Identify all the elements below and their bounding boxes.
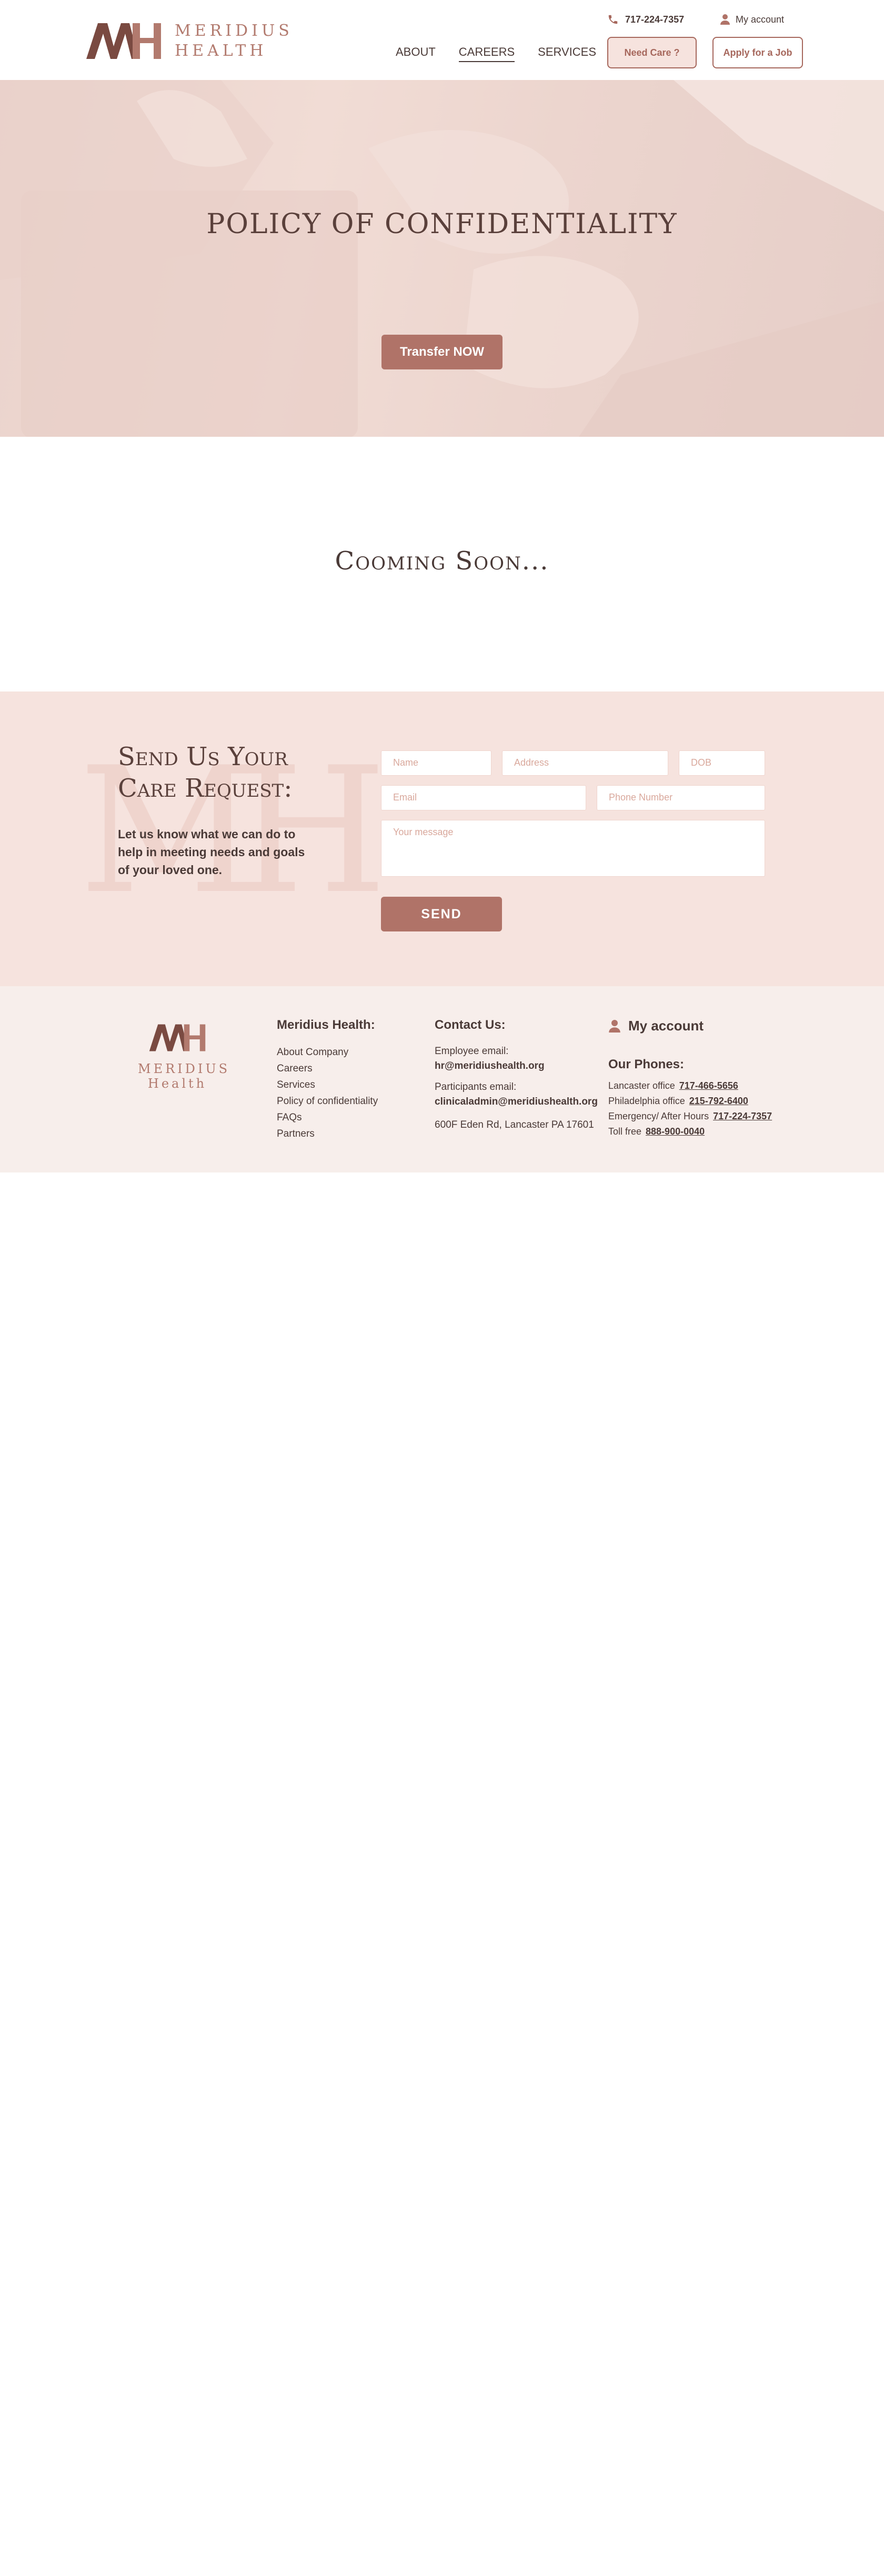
header-phone-link[interactable]: 717-224-7357	[607, 14, 684, 25]
apply-job-button[interactable]: Apply for a Job	[712, 37, 803, 68]
footer-links-column: Meridius Health: About Company Careers S…	[277, 1018, 378, 1142]
footer-account-link[interactable]: My account	[608, 1018, 772, 1034]
mh-monogram-icon	[149, 1024, 206, 1051]
mh-monogram-icon	[86, 23, 161, 59]
phone-row-lancaster: Lancaster office 717-466-5656	[608, 1078, 772, 1094]
care-request-title: Send Us Your Care Request:	[118, 741, 292, 804]
nav-about[interactable]: ABOUT	[396, 45, 436, 62]
participants-email-link[interactable]: clinicaladmin@meridiushealth.org	[435, 1095, 598, 1109]
user-icon	[720, 14, 730, 25]
phone-row-philadelphia: Philadelphia office 215-792-6400	[608, 1094, 772, 1109]
phone-label: Philadelphia office	[608, 1096, 685, 1106]
brand-wordmark: MERIDIUS HEALTH	[175, 21, 293, 61]
phone-number-link[interactable]: 215-792-6400	[689, 1096, 748, 1106]
employee-email-link[interactable]: hr@meridiushealth.org	[435, 1059, 598, 1074]
coming-soon-text: Cooming Soon...	[335, 546, 549, 576]
main-nav: ABOUT CAREERS SERVICES	[396, 45, 596, 62]
user-icon	[609, 1019, 620, 1033]
footer-brand-line1: MERIDIUS	[138, 1061, 230, 1076]
phone-row-tollfree: Toll free 888-900-0040	[608, 1124, 772, 1139]
transfer-now-button[interactable]: Transfer NOW	[381, 335, 503, 369]
employee-email-label: Employee email:	[435, 1046, 509, 1057]
header-account-label: My account	[736, 14, 785, 25]
phone-number-link[interactable]: 717-466-5656	[679, 1080, 738, 1091]
footer-link-services[interactable]: Services	[277, 1077, 378, 1093]
footer-logo[interactable]: MERIDIUS Health	[138, 1022, 230, 1091]
footer-brand-line2: Health	[147, 1076, 207, 1091]
footer-contact-title: Contact Us:	[435, 1018, 506, 1032]
header-phone-text: 717-224-7357	[625, 14, 685, 25]
care-title-line2: Care Request:	[118, 774, 293, 803]
participants-email-label: Participants email:	[435, 1081, 517, 1092]
care-request-subtitle: Let us know what we can do to help in me…	[118, 827, 305, 877]
nav-services[interactable]: SERVICES	[538, 45, 596, 62]
message-field[interactable]: Your message	[381, 820, 765, 877]
phone-row-emergency: Emergency/ After Hours 717-224-7357	[608, 1109, 772, 1124]
footer-phones-column: My account Our Phones: Lancaster office 7…	[608, 1018, 772, 1139]
brand-logo[interactable]: MERIDIUS HEALTH	[84, 20, 293, 62]
footer-address: 600F Eden Rd, Lancaster PA 17601	[435, 1119, 594, 1130]
phone-label: Emergency/ After Hours	[608, 1111, 709, 1121]
phone-number-link[interactable]: 717-224-7357	[713, 1111, 772, 1121]
hero-banner: POLICY OF CONFIDENTIALITY Transfer NOW	[0, 80, 884, 437]
page-title: POLICY OF CONFIDENTIALITY	[206, 208, 678, 240]
care-request-section: MH Send Us Your Care Request: Let us kno…	[0, 691, 884, 986]
header-account-link[interactable]: My account	[720, 14, 784, 25]
footer-link-about[interactable]: About Company	[277, 1044, 378, 1060]
need-care-button[interactable]: Need Care ?	[607, 37, 697, 68]
phone-number-link[interactable]: 888-900-0040	[646, 1126, 705, 1137]
footer-contact-column: Contact Us: Employee email: hr@meridiush…	[435, 1018, 598, 1132]
footer-link-careers[interactable]: Careers	[277, 1060, 378, 1077]
brand-line2: HEALTH	[175, 42, 267, 60]
send-button[interactable]: SEND	[381, 897, 502, 931]
phone-field[interactable]: Phone Number	[597, 785, 765, 810]
footer-links-title: Meridius Health:	[277, 1018, 375, 1032]
coming-soon-section: Cooming Soon...	[0, 437, 884, 691]
site-header: MERIDIUS HEALTH 717-224-7357 My account …	[0, 0, 884, 80]
footer-account-label: My account	[628, 1018, 704, 1034]
name-field[interactable]: Name	[381, 750, 491, 776]
care-title-line1: Send Us Your	[118, 742, 288, 771]
footer-link-partners[interactable]: Partners	[277, 1126, 378, 1142]
site-footer: MERIDIUS Health Meridius Health: About C…	[0, 986, 884, 1172]
nav-careers[interactable]: CAREERS	[458, 45, 515, 62]
brand-line1: MERIDIUS	[175, 22, 293, 40]
phone-label: Toll free	[608, 1126, 642, 1137]
phone-label: Lancaster office	[608, 1080, 675, 1091]
footer-phones-title: Our Phones:	[608, 1057, 685, 1071]
dob-field[interactable]: DOB	[679, 750, 765, 776]
address-field[interactable]: Address	[502, 750, 668, 776]
footer-link-faqs[interactable]: FAQs	[277, 1109, 378, 1126]
hero-background-image	[0, 80, 884, 437]
email-field[interactable]: Email	[381, 785, 586, 810]
phone-icon	[608, 15, 618, 24]
footer-link-policy[interactable]: Policy of confidentiality	[277, 1093, 378, 1109]
